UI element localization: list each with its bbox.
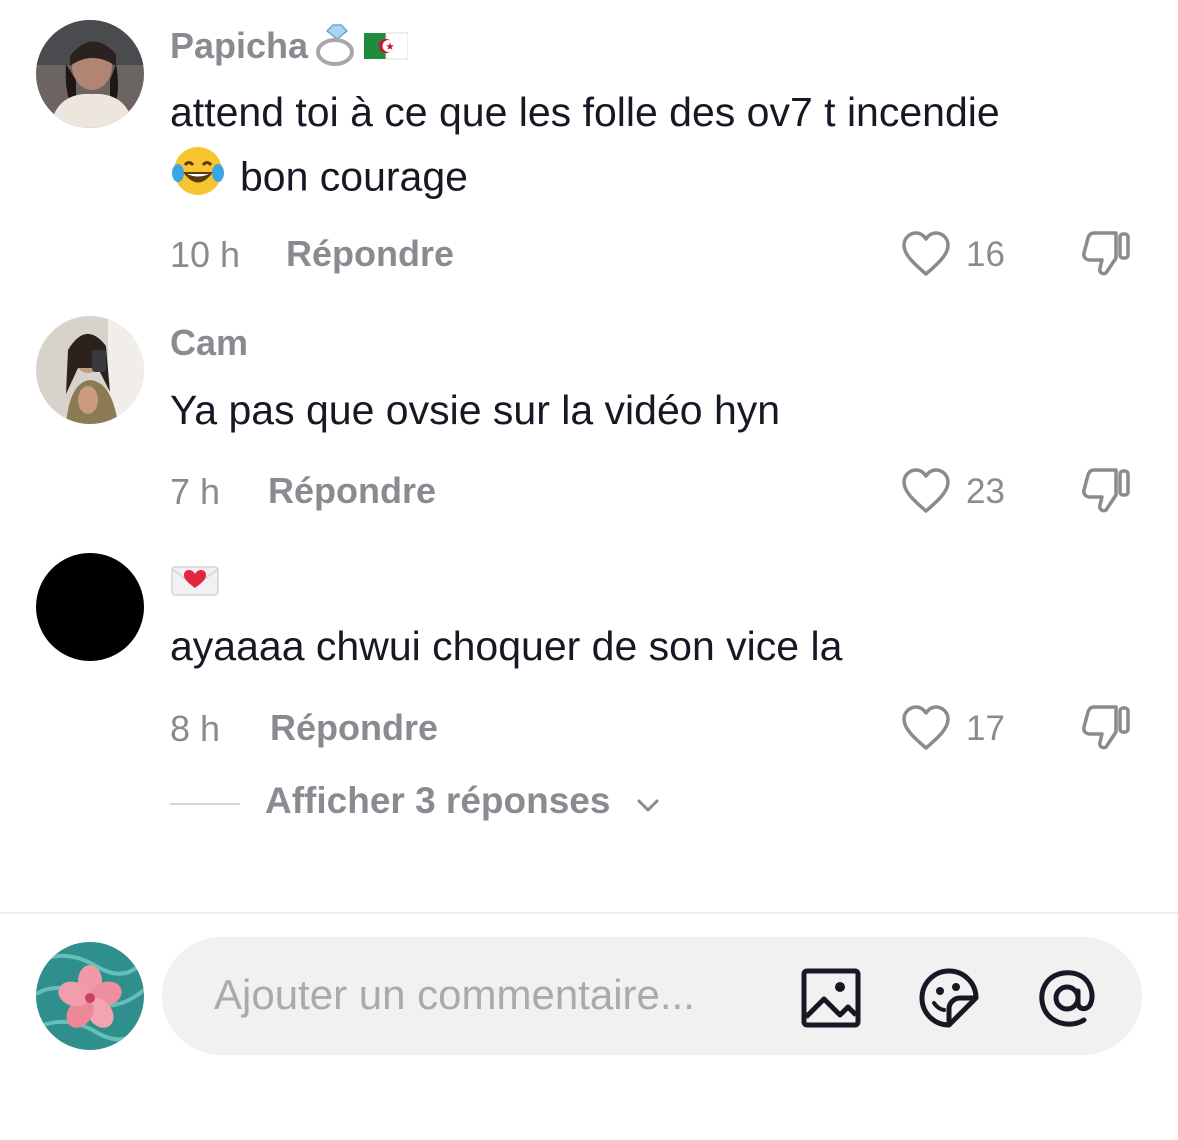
image-icon[interactable] [800, 967, 862, 1029]
love-letter-icon [170, 564, 220, 607]
replies-divider-line [170, 803, 240, 805]
show-replies-label: Afficher 3 réponses [265, 780, 611, 821]
like-count: 17 [966, 709, 1005, 748]
comment-time: 8 h [170, 708, 221, 749]
avatar[interactable] [36, 553, 144, 661]
chevron-down-icon [635, 792, 661, 818]
reply-button[interactable]: Répondre [270, 707, 438, 749]
comment-item: ayaaaa chwui choquer de son vice la 8 h … [0, 0, 1178, 850]
dislike-thumb-icon[interactable] [1080, 702, 1132, 754]
composer-divider [0, 912, 1178, 914]
comment-input[interactable]: Ajouter un commentaire... [162, 937, 1142, 1055]
sticker-emoji-icon[interactable] [918, 967, 980, 1029]
comment-input-placeholder: Ajouter un commentaire... [214, 971, 695, 1018]
comment-text: ayaaaa chwui choquer de son vice la [170, 623, 843, 669]
like-heart-icon[interactable] [900, 704, 952, 752]
mention-icon[interactable] [1036, 967, 1098, 1029]
current-user-avatar[interactable] [36, 942, 144, 1050]
comment-username[interactable] [170, 562, 220, 607]
